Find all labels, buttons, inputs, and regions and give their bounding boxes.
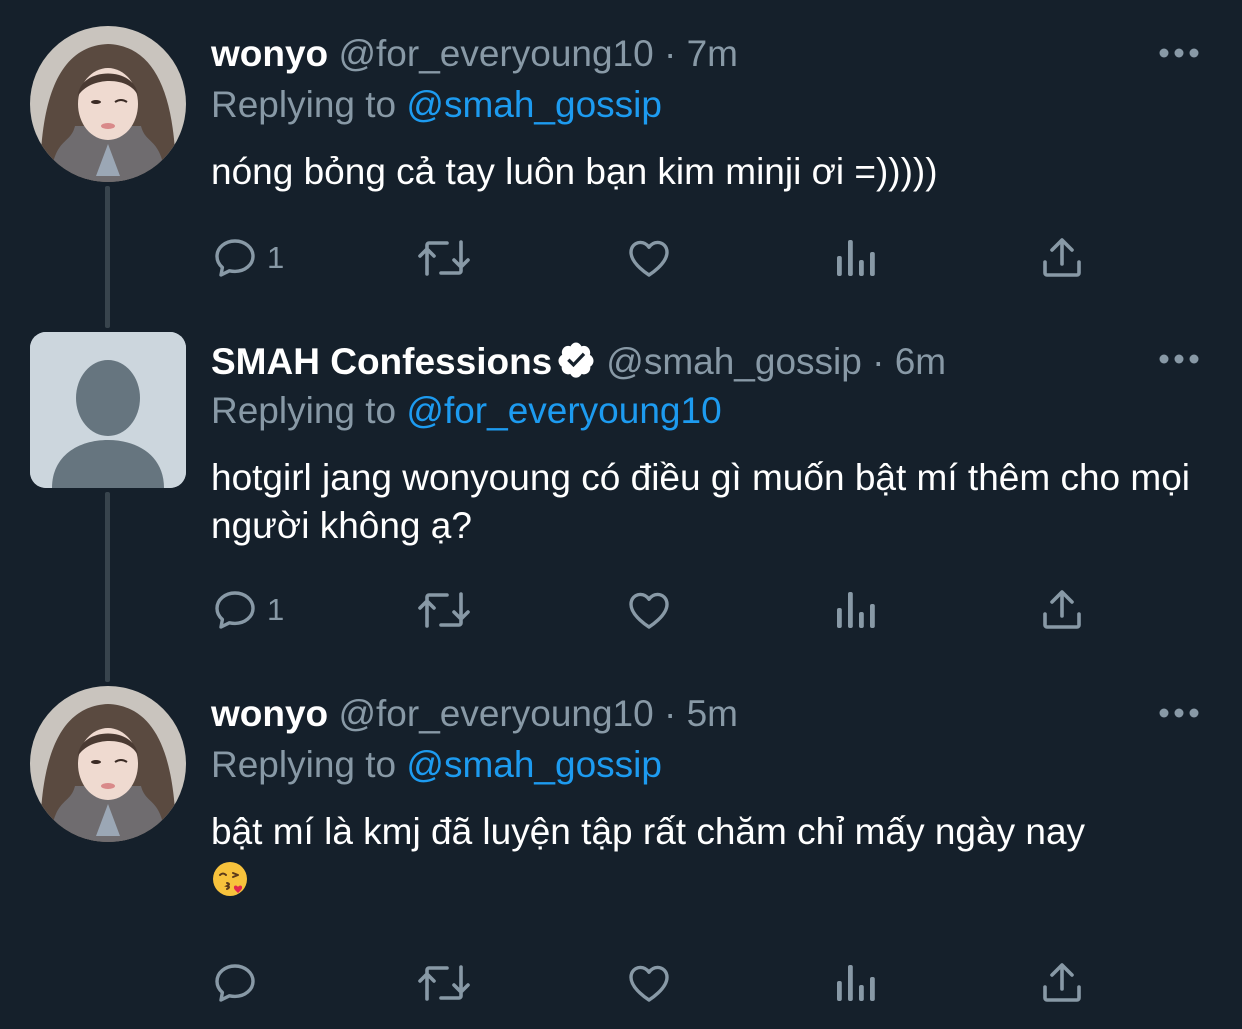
share-icon: [1043, 963, 1081, 1002]
tweet-timestamp[interactable]: 6m: [895, 341, 946, 382]
tweet[interactable]: SMAH Confessions @smah_gossip · 6m Reply…: [0, 330, 1242, 680]
user-handle[interactable]: @smah_gossip: [606, 341, 862, 382]
reply-button[interactable]: 1: [211, 584, 284, 636]
display-name[interactable]: wonyo: [211, 693, 328, 734]
replying-to-line: Replying to @smah_gossip: [211, 83, 662, 127]
tweet-header: wonyo @for_everyoung10 · 5m: [211, 692, 738, 736]
avatar[interactable]: [30, 686, 186, 842]
retweet-icon: [418, 965, 470, 1001]
tweet-timestamp[interactable]: 5m: [687, 693, 738, 734]
replying-to-line: Replying to @for_everyoung10: [211, 389, 722, 433]
analytics-icon: [837, 240, 875, 276]
avatar[interactable]: [30, 26, 186, 182]
tweet-text: nóng bỏng cả tay luôn bạn kim minji ơi =…: [211, 151, 938, 192]
analytics-icon: [837, 592, 875, 628]
tweet-thread: wonyo @for_everyoung10 · 7m Replying to …: [0, 0, 1242, 1029]
share-icon: [1043, 590, 1081, 629]
reply-icon: [215, 964, 255, 1002]
verified-badge: [556, 340, 596, 390]
share-icon: [1043, 238, 1081, 277]
tweet-actions: 1: [211, 584, 1111, 636]
like-icon: [629, 592, 669, 629]
tweet-actions: 1: [211, 232, 1111, 284]
share-button[interactable]: [1039, 957, 1085, 1009]
display-name[interactable]: SMAH Confessions: [211, 341, 552, 382]
tweet-text: hotgirl jang wonyoung có điều gì muốn bậ…: [211, 457, 1191, 546]
more-options-icon: [1159, 354, 1199, 364]
kiss-emoji-icon: [213, 862, 247, 896]
retweet-button[interactable]: [415, 232, 473, 284]
analytics-button[interactable]: [833, 232, 877, 284]
more-options-icon: [1159, 48, 1199, 58]
replying-to-mention[interactable]: @for_everyoung10: [406, 390, 721, 431]
replying-to-label: Replying to: [211, 744, 397, 785]
tweet-text: bật mí là kmj đã luyện tập rất chăm chỉ …: [211, 808, 1211, 904]
replying-to-label: Replying to: [211, 84, 397, 125]
reply-count: 1: [267, 240, 285, 275]
separator-dot: ·: [664, 693, 677, 734]
like-button[interactable]: [625, 957, 673, 1009]
like-button[interactable]: [625, 232, 673, 284]
tweet[interactable]: wonyo @for_everyoung10 · 7m Replying to …: [0, 0, 1242, 330]
analytics-button[interactable]: [833, 957, 877, 1009]
like-icon: [629, 240, 669, 277]
avatar[interactable]: [30, 332, 186, 488]
more-options-icon: [1159, 708, 1199, 718]
display-name[interactable]: wonyo: [211, 33, 328, 74]
share-button[interactable]: [1039, 232, 1085, 284]
reply-button[interactable]: [211, 957, 267, 1009]
user-handle[interactable]: @for_everyoung10: [338, 693, 653, 734]
replying-to-line: Replying to @smah_gossip: [211, 743, 662, 787]
reply-icon: [215, 239, 255, 277]
retweet-button[interactable]: [415, 584, 473, 636]
user-handle[interactable]: @for_everyoung10: [338, 33, 653, 74]
analytics-button[interactable]: [833, 584, 877, 636]
reply-icon: [215, 591, 255, 629]
reply-count: 1: [267, 592, 285, 627]
separator-dot: ·: [664, 33, 677, 74]
profile-photo: [30, 26, 186, 182]
reply-button[interactable]: 1: [211, 232, 284, 284]
share-button[interactable]: [1039, 584, 1085, 636]
retweet-icon: [418, 592, 470, 628]
more-options-button[interactable]: [1158, 46, 1200, 60]
tweet[interactable]: wonyo @for_everyoung10 · 5m Replying to …: [0, 680, 1242, 1029]
separator-dot: ·: [872, 341, 885, 382]
tweet-text-content: bật mí là kmj đã luyện tập rất chăm chỉ …: [211, 811, 1086, 852]
verified-badge-icon: [558, 342, 594, 378]
like-icon: [629, 965, 669, 1002]
analytics-icon: [837, 965, 875, 1001]
tweet-header: wonyo @for_everyoung10 · 7m: [211, 32, 738, 76]
more-options-button[interactable]: [1158, 352, 1200, 366]
tweet-actions: [211, 957, 1111, 1009]
profile-photo: [30, 686, 186, 842]
more-options-button[interactable]: [1158, 706, 1200, 720]
replying-to-mention[interactable]: @smah_gossip: [406, 84, 662, 125]
replying-to-label: Replying to: [211, 390, 397, 431]
like-button[interactable]: [625, 584, 673, 636]
tweet-header: SMAH Confessions @smah_gossip · 6m: [211, 340, 946, 390]
tweet-timestamp[interactable]: 7m: [687, 33, 738, 74]
replying-to-mention[interactable]: @smah_gossip: [406, 744, 662, 785]
retweet-icon: [418, 240, 470, 276]
default-avatar-icon: [30, 332, 186, 488]
face-blowing-kiss-emoji: [211, 860, 249, 898]
retweet-button[interactable]: [415, 957, 473, 1009]
